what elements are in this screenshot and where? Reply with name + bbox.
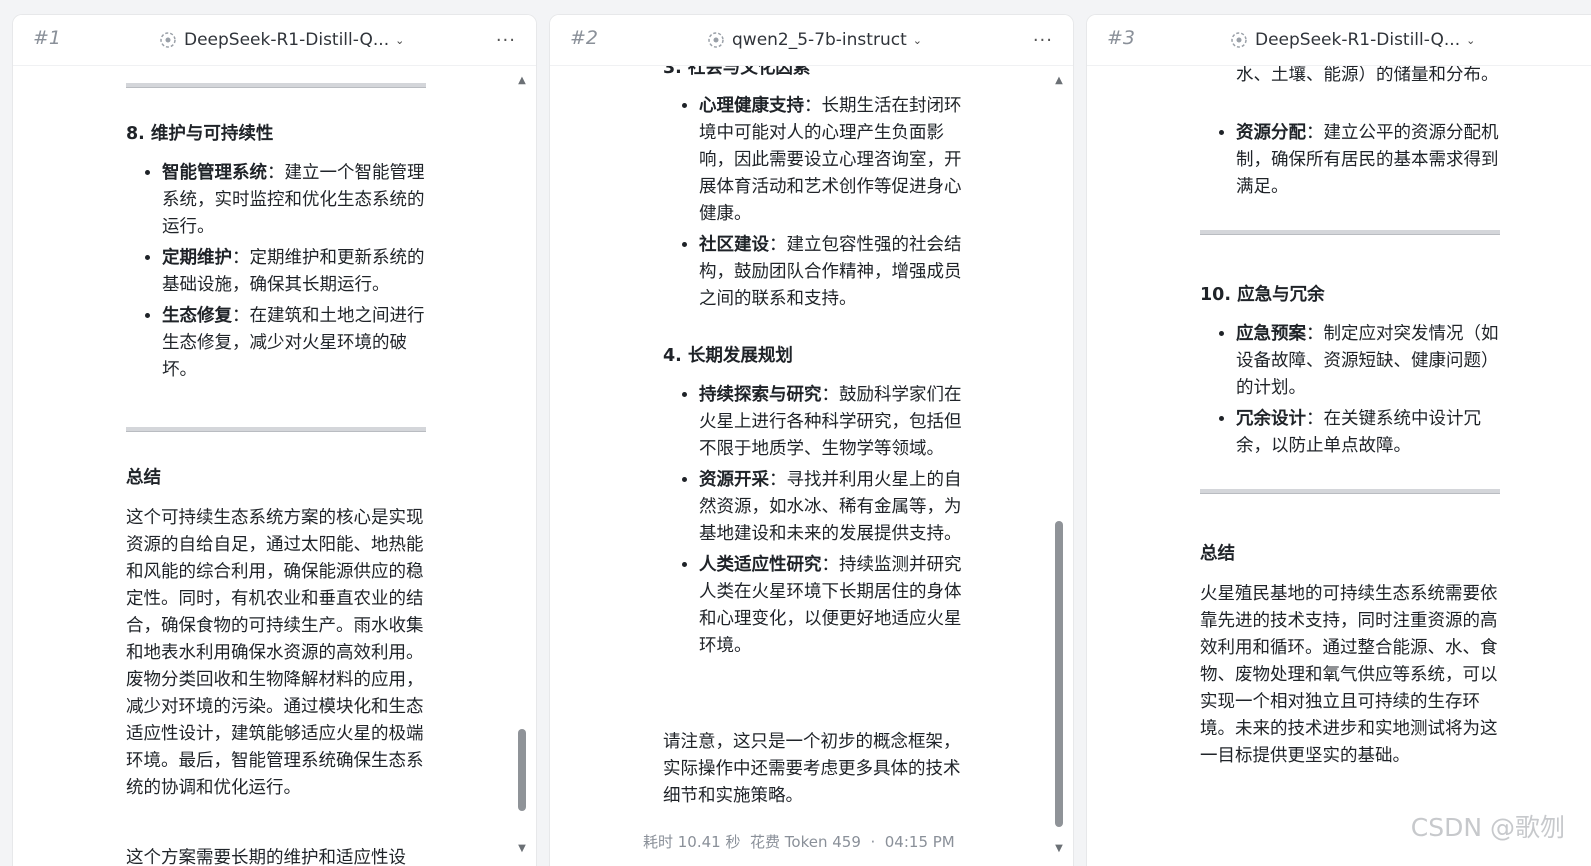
- meta-separator: ·: [870, 833, 876, 851]
- summary-paragraph: 这个可持续生态系统方案的核心是实现资源的自给自足，通过太阳能、地热能和风能的综合…: [126, 508, 424, 798]
- scrollbar[interactable]: ▲ ▼: [516, 75, 528, 854]
- scroll-up-icon[interactable]: ▲: [1053, 75, 1065, 86]
- panel-header: #2 qwen2_5-7b-instruct ⌄ ···: [550, 15, 1073, 66]
- model-name: DeepSeek-R1-Distill-Q...: [1255, 30, 1461, 50]
- divider: [126, 83, 426, 88]
- section-heading: 3. 社会与文化因素: [663, 65, 811, 78]
- model-logo-icon: [708, 32, 724, 48]
- summary-paragraph: 火星殖民基地的可持续生态系统需要依靠先进的技术支持，同时注重资源的高效利用和循环…: [1200, 584, 1498, 766]
- model-logo-icon: [1231, 32, 1247, 48]
- list-item: 社区建设：建立包容性强的社会结构，鼓励团队合作精神，增强成员之间的联系和支持。: [699, 232, 965, 313]
- token-cost: 花费 Token 459: [750, 833, 861, 851]
- response-content: 水、土壤、能源）的储量和分布。 资源分配：建立公平的资源分配机制，确保所有居民的…: [1200, 65, 1500, 866]
- section-heading: 8. 维护与可持续性: [126, 124, 274, 144]
- response-panel-2: #2 qwen2_5-7b-instruct ⌄ ··· 3. 社会与文化因素 …: [549, 14, 1074, 866]
- model-name: DeepSeek-R1-Distill-Q...: [184, 30, 390, 50]
- chevron-down-icon: ⌄: [395, 33, 405, 47]
- model-selector[interactable]: DeepSeek-R1-Distill-Q... ⌄: [159, 28, 404, 52]
- elapsed-time: 耗时 10.41 秒: [643, 833, 741, 851]
- more-options-icon[interactable]: ···: [1033, 30, 1053, 51]
- panel-number: #3: [1107, 27, 1136, 49]
- panel-header: #3 DeepSeek-R1-Distill-Q... ⌄: [1087, 15, 1591, 66]
- bullet-list: 智能管理系统：建立一个智能管理系统，实时监控和优化生态系统的运行。 定期维护：定…: [126, 160, 428, 384]
- continued-text: 水、土壤、能源）的储量和分布。: [1236, 65, 1499, 85]
- list-item: 应急预案：制定应对突发情况（如设备故障、资源短缺、健康问题）的计划。: [1236, 321, 1500, 402]
- list-item: 冗余设计：在关键系统中设计冗余，以防止单点故障。: [1236, 406, 1500, 460]
- scrollbar-thumb[interactable]: [518, 729, 526, 811]
- more-options-icon[interactable]: ···: [496, 30, 516, 51]
- model-selector[interactable]: DeepSeek-R1-Distill-Q... ⌄: [1230, 28, 1475, 52]
- list-item: 心理健康支持：长期生活在封闭环境中可能对人的心理产生负面影响，因此需要设立心理咨…: [699, 93, 965, 228]
- panel-number: #2: [570, 27, 599, 49]
- panel-number: #1: [33, 27, 62, 49]
- scroll-down-icon[interactable]: ▼: [1053, 843, 1065, 854]
- list-item: 生态修复：在建筑和土地之间进行生态修复，减少对火星环境的破坏。: [162, 303, 428, 384]
- section-heading: 10. 应急与冗余: [1200, 285, 1325, 305]
- response-content: 3. 社会与文化因素 心理健康支持：长期生活在封闭环境中可能对人的心理产生负面影…: [663, 65, 965, 866]
- response-content: 8. 维护与可持续性 智能管理系统：建立一个智能管理系统，实时监控和优化生态系统…: [126, 65, 428, 866]
- list-item: 定期维护：定期维护和更新系统的基础设施，确保其长期运行。: [162, 245, 428, 299]
- list-item: 智能管理系统：建立一个智能管理系统，实时监控和优化生态系统的运行。: [162, 160, 428, 241]
- section-heading: 4. 长期发展规划: [663, 346, 793, 366]
- list-item: 资源开采：寻找并利用火星上的自然资源，如水冰、稀有金属等，为基地建设和未来的发展…: [699, 467, 965, 548]
- response-panel-3: #3 DeepSeek-R1-Distill-Q... ⌄ 水、土壤、能源）的储…: [1086, 14, 1591, 866]
- divider: [126, 427, 426, 432]
- bullet-list: 应急预案：制定应对突发情况（如设备故障、资源短缺、健康问题）的计划。 冗余设计：…: [1200, 321, 1500, 460]
- watermark: CSDN @歌刎: [1410, 813, 1565, 842]
- response-meta: 耗时 10.41 秒 花费 Token 459 · 04:15 PM: [643, 831, 955, 852]
- response-panel-1: #1 DeepSeek-R1-Distill-Q... ⌄ ··· 8. 维护与…: [12, 14, 537, 866]
- list-item: 持续探索与研究：鼓励科学家们在火星上进行各种科学研究，包括但不限于地质学、生物学…: [699, 382, 965, 463]
- model-logo-icon: [160, 32, 176, 48]
- scrollbar[interactable]: ▲ ▼: [1053, 75, 1065, 854]
- scroll-down-icon[interactable]: ▼: [516, 843, 528, 854]
- divider: [1200, 230, 1500, 235]
- truncated-paragraph: 这个方案需要长期的维护和适应性设: [126, 848, 406, 866]
- bullet-list: 持续探索与研究：鼓励科学家们在火星上进行各种科学研究，包括但不限于地质学、生物学…: [663, 382, 965, 660]
- chevron-down-icon: ⌄: [912, 33, 922, 47]
- timestamp: 04:15 PM: [884, 833, 955, 851]
- summary-heading: 总结: [1200, 544, 1235, 564]
- panel-header: #1 DeepSeek-R1-Distill-Q... ⌄ ···: [13, 15, 536, 66]
- summary-heading: 总结: [126, 468, 161, 488]
- divider: [1200, 489, 1500, 494]
- chevron-down-icon: ⌄: [1466, 33, 1476, 47]
- model-name: qwen2_5-7b-instruct: [732, 30, 907, 50]
- bullet-list: 资源分配：建立公平的资源分配机制，确保所有居民的基本需求得到满足。: [1200, 120, 1500, 201]
- list-item: 人类适应性研究：持续监测并研究人类在火星环境下长期居住的身体和心理变化，以便更好…: [699, 552, 965, 660]
- scroll-up-icon[interactable]: ▲: [516, 75, 528, 86]
- model-selector[interactable]: qwen2_5-7b-instruct ⌄: [707, 28, 922, 52]
- list-item: 资源分配：建立公平的资源分配机制，确保所有居民的基本需求得到满足。: [1236, 120, 1500, 201]
- bullet-list: 心理健康支持：长期生活在封闭环境中可能对人的心理产生负面影响，因此需要设立心理咨…: [663, 93, 965, 313]
- scrollbar-thumb[interactable]: [1055, 521, 1063, 827]
- note-paragraph: 请注意，这只是一个初步的概念框架，实际操作中还需要考虑更多具体的技术细节和实施策…: [663, 732, 961, 806]
